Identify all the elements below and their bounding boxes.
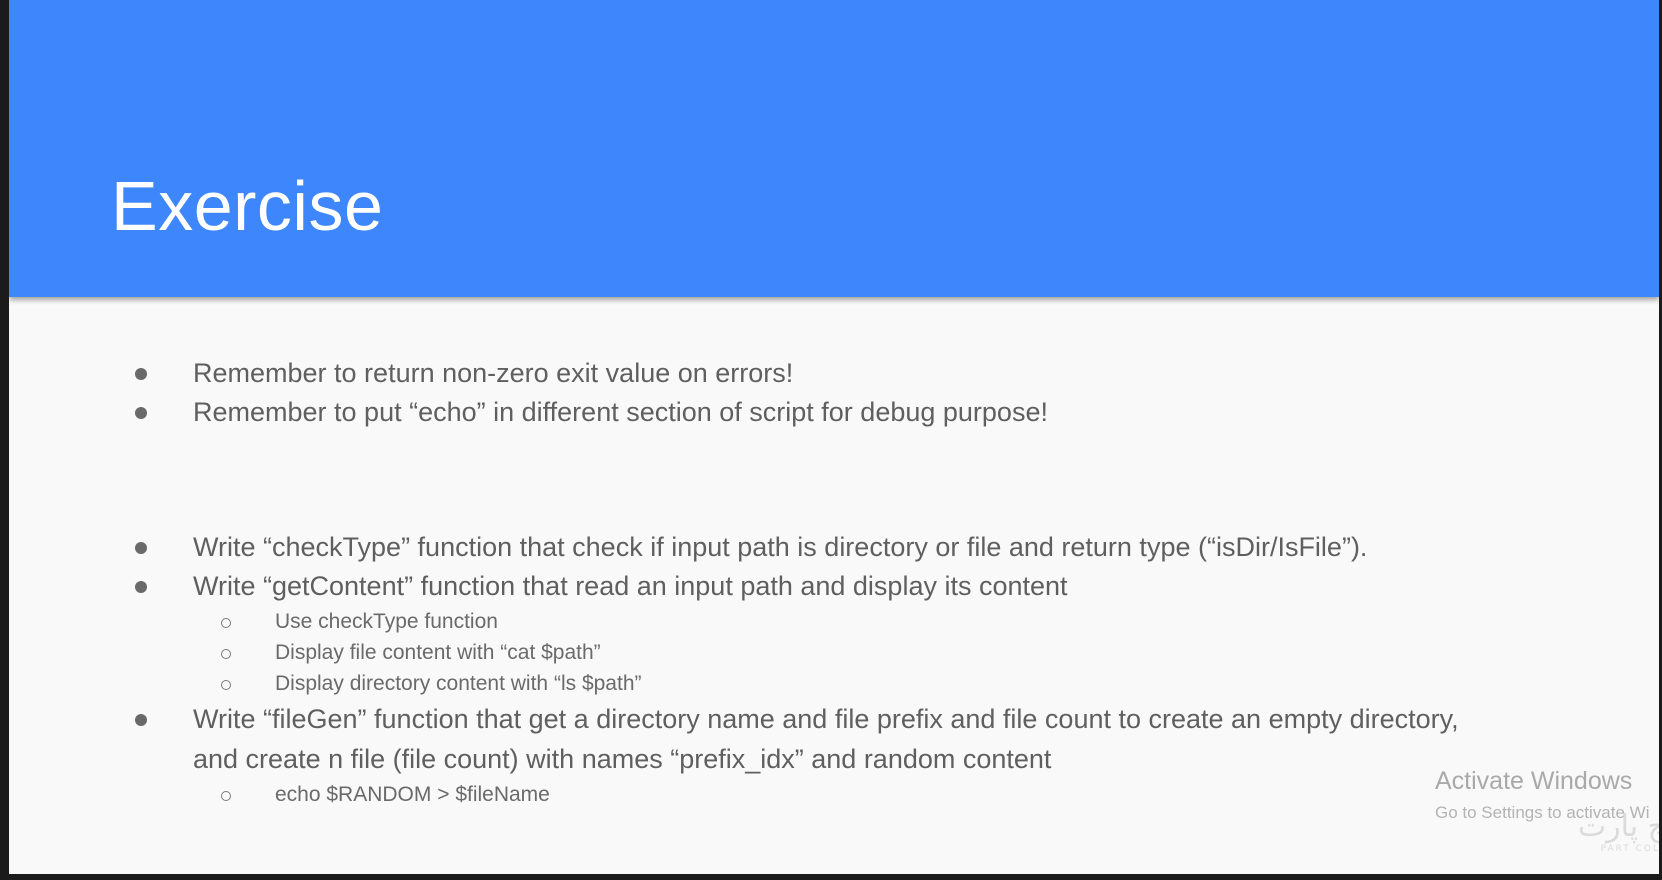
- bullet-icon: [135, 714, 147, 726]
- bullet-icon: [135, 542, 147, 554]
- task-subitem: Use checkType function: [275, 610, 498, 633]
- tip-item: Remember to return non-zero exit value o…: [193, 358, 794, 388]
- channel-logo-text: چ پارت: [1577, 809, 1659, 844]
- task-item-continuation: and create n file (file count) with name…: [193, 744, 1052, 774]
- task-subitem: Display directory content with “ls $path…: [275, 672, 642, 695]
- sub-bullet-icon: [221, 649, 231, 659]
- task-subitem: echo $RANDOM > $fileName: [275, 783, 550, 806]
- task-item: Write “getContent” function that read an…: [193, 571, 1068, 601]
- task-item: Write “checkType” function that check if…: [193, 532, 1368, 562]
- channel-logo-caption: PART COLL: [1600, 844, 1659, 854]
- slide-title: Exercise: [111, 167, 384, 245]
- slide: Exercise Remember to return non-zero exi…: [9, 0, 1659, 874]
- task-item: Write “fileGen” function that get a dire…: [193, 704, 1459, 734]
- sub-bullet-icon: [221, 618, 231, 628]
- task-subitem: Display file content with “cat $path”: [275, 641, 601, 664]
- bullet-icon: [135, 407, 147, 419]
- activate-windows-title: Activate Windows: [1435, 767, 1633, 795]
- bullet-icon: [135, 368, 147, 380]
- sub-bullet-icon: [221, 680, 231, 690]
- channel-logo: چ پارت PART COLL: [1557, 810, 1659, 870]
- sub-bullet-icon: [221, 791, 231, 801]
- bullet-icon: [135, 581, 147, 593]
- tip-item: Remember to put “echo” in different sect…: [193, 397, 1048, 427]
- slide-header: Exercise: [9, 0, 1659, 297]
